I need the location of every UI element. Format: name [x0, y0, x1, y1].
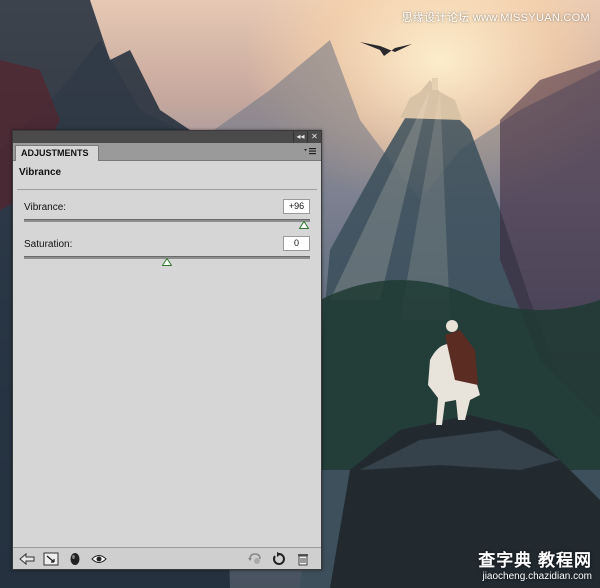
saturation-slider-thumb[interactable] [162, 258, 172, 266]
watermark-top: 思缘设计论坛 www.MISSYUAN.COM [401, 12, 590, 24]
expanded-view-icon[interactable] [41, 550, 61, 568]
panel-title-strip[interactable]: ◂◂ ✕ [13, 131, 321, 143]
trash-icon[interactable] [293, 550, 313, 568]
watermark-bottom-title: 查字典 教程网 [478, 551, 592, 570]
vibrance-slider-track[interactable] [24, 219, 310, 222]
return-to-list-icon[interactable] [17, 550, 37, 568]
saturation-value-field[interactable]: 0 [283, 236, 310, 251]
vibrance-value-field[interactable]: +96 [283, 199, 310, 214]
saturation-label: Saturation: [24, 239, 73, 250]
vibrance-label: Vibrance: [24, 202, 67, 213]
close-panel-button[interactable]: ✕ [307, 131, 321, 143]
panel-menu-icon[interactable] [303, 146, 317, 157]
reset-icon[interactable] [269, 550, 289, 568]
clip-to-layer-icon[interactable] [65, 550, 85, 568]
watermark-bottom: 查字典 教程网 jiaocheng.chazidian.com [452, 546, 592, 582]
vibrance-slider-thumb[interactable] [299, 221, 310, 229]
vibrance-control: Vibrance: +96 [24, 194, 310, 231]
view-previous-state-icon[interactable] [245, 550, 265, 568]
collapse-panel-button[interactable]: ◂◂ [293, 131, 307, 143]
watermark-bottom-url: jiaocheng.chazidian.com [482, 571, 592, 582]
divider [17, 189, 317, 190]
tab-adjustments[interactable]: ADJUSTMENTS [15, 145, 99, 161]
panel-tab-row: ADJUSTMENTS [13, 143, 321, 161]
saturation-control: Saturation: 0 [24, 231, 310, 268]
adjustments-panel: ◂◂ ✕ ADJUSTMENTS Vibrance Vibrance: +96 … [12, 130, 322, 570]
panel-footer-toolbar [13, 547, 321, 569]
adjustment-title: Vibrance [19, 167, 62, 178]
visibility-eye-icon[interactable] [89, 550, 109, 568]
